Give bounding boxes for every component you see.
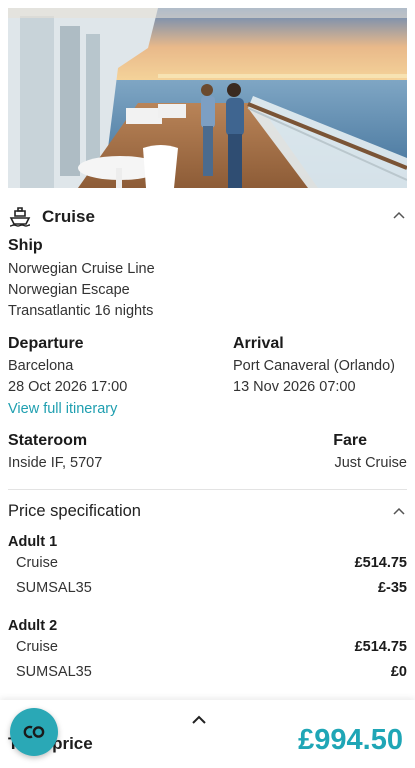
adult-1-discount-label: SUMSAL35: [16, 580, 92, 596]
stateroom-value: Inside IF, 5707: [8, 455, 103, 471]
adult-2-cruise-label: Cruise: [16, 639, 58, 655]
ship-label: Ship: [8, 237, 43, 254]
arrival-time: 13 Nov 2026 07:00: [233, 379, 356, 395]
adult-1-label: Adult 1: [8, 534, 58, 550]
co-logo-icon: [23, 725, 45, 739]
fare-label: Fare: [333, 432, 367, 449]
adult-2-label: Adult 2: [8, 618, 58, 634]
hero-image: [8, 8, 407, 188]
chevron-up-icon[interactable]: [391, 208, 407, 224]
ship-icon: [9, 207, 31, 227]
adult-1-cruise-label: Cruise: [16, 555, 58, 571]
adult-2-discount-amount: £0: [390, 664, 407, 680]
adult-2-discount-label: SUMSAL35: [16, 664, 92, 680]
fare-value: Just Cruise: [334, 455, 407, 471]
arrival-label: Arrival: [233, 335, 284, 352]
adult-1-discount-amount: £-35: [377, 580, 407, 596]
ship-name: Norwegian Escape: [8, 282, 130, 298]
total-price-bar: Total price £994.50: [0, 700, 415, 768]
arrival-port: Port Canaveral (Orlando): [233, 358, 395, 374]
departure-label: Departure: [8, 335, 84, 352]
cruise-section-title: Cruise: [42, 207, 95, 226]
cruise-section-header[interactable]: Cruise: [8, 204, 407, 230]
section-divider: [8, 489, 407, 490]
price-spec-title: Price specification: [8, 502, 141, 520]
voyage-name: Transatlantic 16 nights: [8, 303, 154, 319]
cruise-line: Norwegian Cruise Line: [8, 261, 155, 277]
total-price-amount: £994.50: [298, 724, 403, 756]
stateroom-label: Stateroom: [8, 432, 88, 449]
chevron-up-icon[interactable]: [190, 712, 208, 726]
chevron-up-icon[interactable]: [391, 504, 407, 520]
view-itinerary-link[interactable]: View full itinerary: [8, 401, 117, 417]
departure-time: 28 Oct 2026 17:00: [8, 379, 128, 395]
departure-port: Barcelona: [8, 358, 74, 374]
co-chat-button[interactable]: [10, 708, 58, 756]
adult-1-cruise-amount: £514.75: [354, 555, 407, 571]
price-spec-header[interactable]: Price specification: [8, 500, 407, 524]
adult-2-cruise-amount: £514.75: [354, 639, 407, 655]
